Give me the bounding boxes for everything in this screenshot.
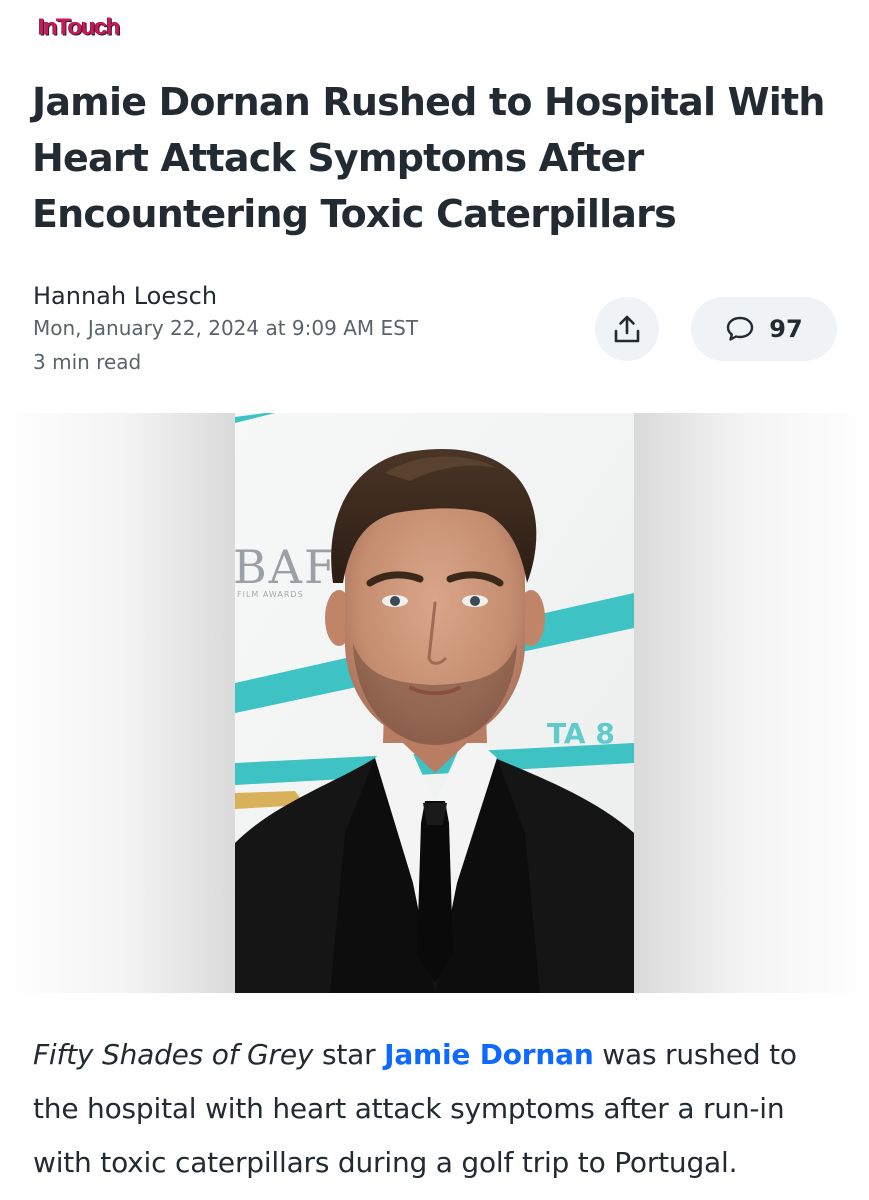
- backdrop-badge: TA 8: [547, 717, 615, 750]
- share-icon: [614, 315, 640, 343]
- comment-icon: [727, 316, 754, 341]
- article-headline: Jamie Dornan Rushed to Hospital With Hea…: [32, 80, 825, 236]
- author-name[interactable]: Hannah Loesch: [33, 282, 217, 310]
- hero-image[interactable]: BAFT FILM AWARDS TA 8: [0, 413, 869, 993]
- film-title: Fifty Shades of Grey: [33, 1038, 314, 1071]
- backdrop-subtext: FILM AWARDS: [237, 590, 304, 599]
- read-time: 3 min read: [33, 350, 142, 374]
- image-blur-right: [634, 413, 869, 993]
- jamie-dornan-link[interactable]: Jamie Dornan: [384, 1038, 594, 1071]
- publisher-logo[interactable]: InTouch: [38, 15, 121, 42]
- comments-button[interactable]: 97: [691, 297, 837, 361]
- comment-count: 97: [769, 315, 803, 343]
- body-text-segment: star: [313, 1038, 385, 1071]
- share-button[interactable]: [595, 297, 659, 361]
- article-body: Fifty Shades of Grey star Jamie Dornan w…: [33, 1028, 843, 1190]
- publish-date: Mon, January 22, 2024 at 9:09 AM EST: [33, 316, 419, 340]
- image-blur-left: [0, 413, 235, 993]
- portrait-photo: BAFT FILM AWARDS TA 8: [235, 413, 634, 993]
